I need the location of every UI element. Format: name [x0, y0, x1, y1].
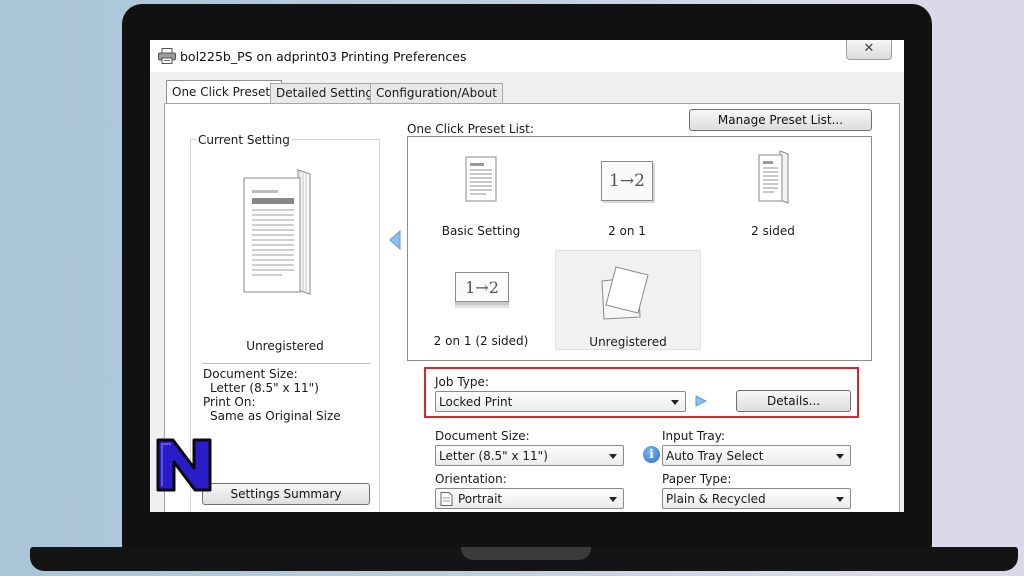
preset-unregistered-label: Unregistered	[589, 335, 667, 349]
document-size-info-value: Letter (8.5" x 11")	[210, 381, 319, 395]
job-type-label: Job Type:	[435, 375, 489, 389]
paper-type-select[interactable]: Plain & Recycled	[662, 488, 851, 509]
job-type-value: Locked Print	[439, 395, 513, 409]
title-bar: bol225b_PS on adprint03 Printing Prefere…	[150, 40, 904, 72]
preset-2-on-1-2-sided[interactable]: 1→2 2 on 1 (2 sided)	[432, 255, 530, 355]
laptop-notch	[461, 547, 591, 560]
play-arrow-icon	[695, 395, 707, 407]
blank-pages-icon	[601, 266, 649, 320]
settings-summary-button[interactable]: Settings Summary	[202, 483, 370, 505]
n-up-icon: 1→2	[601, 161, 653, 201]
input-tray-label: Input Tray:	[662, 429, 726, 443]
portrait-page-icon	[440, 492, 453, 506]
printing-preferences-dialog: bol225b_PS on adprint03 Printing Prefere…	[150, 40, 904, 512]
window-title: bol225b_PS on adprint03 Printing Prefere…	[180, 49, 467, 64]
paper-type-value: Plain & Recycled	[666, 492, 766, 506]
scroll-left-arrow-icon[interactable]	[388, 230, 402, 250]
printer-icon	[158, 48, 176, 64]
input-tray-value: Auto Tray Select	[666, 449, 764, 463]
paper-type-label: Paper Type:	[662, 472, 732, 486]
print-on-info-label: Print On:	[203, 395, 256, 409]
current-preset-name: Unregistered	[246, 339, 324, 353]
print-on-info-value: Same as Original Size	[210, 409, 341, 423]
preset-2-on-1[interactable]: 1→2 2 on 1	[578, 147, 676, 247]
chevron-down-icon	[836, 454, 844, 459]
details-button[interactable]: Details...	[736, 390, 851, 412]
chevron-down-icon	[609, 454, 617, 459]
n-up-icon-text: 1→2	[609, 171, 645, 191]
preset-basic-setting[interactable]: Basic Setting	[432, 147, 530, 247]
preset-2-sided[interactable]: 2 sided	[724, 147, 822, 247]
n-up-duplex-icon-text: 1→2	[465, 278, 499, 297]
preset-2-sided-label: 2 sided	[751, 224, 795, 238]
tab-configuration-about[interactable]: Configuration/About	[370, 83, 503, 103]
document-preview-icon	[243, 169, 311, 295]
tab-one-click-presets[interactable]: One Click Presets	[166, 80, 283, 104]
manage-preset-list-button[interactable]: Manage Preset List...	[689, 109, 872, 131]
chevron-down-icon	[671, 400, 679, 405]
input-tray-select[interactable]: Auto Tray Select	[662, 445, 851, 466]
close-button[interactable]: ✕	[846, 40, 892, 60]
preset-2-on-1-2-sided-label: 2 on 1 (2 sided)	[433, 334, 529, 348]
channel-logo-icon	[156, 438, 212, 492]
document-size-info-label: Document Size:	[203, 367, 298, 381]
divider	[202, 363, 370, 364]
info-icon[interactable]: i	[643, 446, 660, 463]
orientation-label: Orientation:	[435, 472, 507, 486]
document-size-value: Letter (8.5" x 11")	[439, 449, 548, 463]
preset-unregistered[interactable]: Unregistered	[555, 250, 701, 350]
document-size-select[interactable]: Letter (8.5" x 11")	[435, 445, 624, 466]
current-setting-label: Current Setting	[196, 133, 292, 147]
preset-basic-setting-label: Basic Setting	[441, 224, 521, 238]
orientation-value: Portrait	[458, 492, 503, 506]
preset-list-panel: Basic Setting 1→2 2 on 1 2 sided 1→2 2 o…	[407, 136, 872, 361]
n-up-duplex-icon: 1→2	[455, 272, 509, 302]
orientation-select[interactable]: Portrait	[435, 488, 624, 509]
tab-detailed-settings[interactable]: Detailed Settings	[270, 83, 386, 103]
document-size-label: Document Size:	[435, 429, 530, 443]
chevron-down-icon	[836, 497, 844, 502]
preset-2-on-1-label: 2 on 1	[608, 224, 646, 238]
single-page-icon	[465, 156, 497, 202]
preset-list-label: One Click Preset List:	[407, 122, 534, 136]
chevron-down-icon	[609, 497, 617, 502]
duplex-icon	[758, 150, 789, 204]
job-type-select[interactable]: Locked Print	[435, 391, 686, 412]
